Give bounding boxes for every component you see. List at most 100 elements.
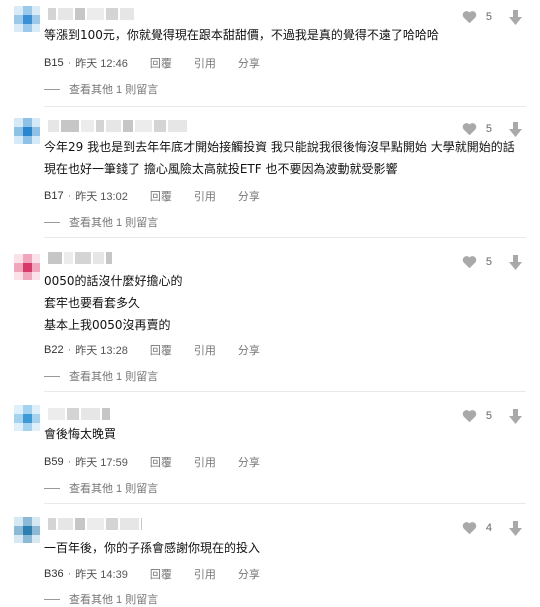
avatar-pixel (32, 6, 40, 15)
redaction-block (48, 518, 56, 530)
quote-button[interactable]: 引用 (194, 55, 216, 71)
heart-icon[interactable] (462, 10, 477, 24)
avatar-pixel (23, 405, 32, 414)
avatar-pixel (32, 272, 40, 280)
heart-icon[interactable] (462, 122, 477, 136)
avatar[interactable] (14, 517, 40, 543)
avatar-pixel (23, 118, 32, 127)
comment-text: 等漲到100元，你就覺得現在跟本甜甜價，不過我是真的覺得不遠了哈哈哈 (44, 28, 439, 42)
meta-separator: · (67, 568, 72, 580)
avatar-pixel (23, 254, 32, 263)
redaction-block (87, 8, 104, 20)
downvote-icon[interactable] (509, 255, 522, 270)
comment-item: 5 今年29 我也是到去年年底才開始接觸投資 我只能說我很後悔沒早點開始 大學就… (0, 107, 540, 237)
username-redacted (48, 408, 110, 420)
meta-separator: · (67, 190, 72, 202)
avatar-pixel (23, 6, 32, 15)
avatar-pixel (32, 414, 40, 423)
redaction-block (154, 120, 166, 132)
share-button[interactable]: 分享 (238, 566, 260, 582)
avatar-pixel (32, 517, 40, 526)
avatar-pixel (14, 535, 23, 543)
view-replies-label: 查看其他 1 則留言 (69, 371, 159, 383)
comment-time: 昨天 13:28 (75, 345, 128, 357)
avatar[interactable] (14, 254, 40, 280)
username-redacted (48, 252, 112, 264)
avatar-pixel (23, 15, 32, 24)
reply-line (44, 221, 60, 223)
redaction-block (96, 120, 104, 132)
downvote-icon[interactable] (509, 409, 522, 424)
view-replies-label: 查看其他 1 則留言 (69, 483, 159, 495)
redaction-block (48, 252, 62, 264)
downvote-icon[interactable] (509, 122, 522, 137)
redaction-block (81, 408, 100, 420)
avatar-pixel (32, 526, 40, 535)
heart-icon[interactable] (462, 521, 477, 535)
avatar-pixel (32, 118, 40, 127)
avatar-pixel (32, 136, 40, 144)
avatar-pixel (14, 423, 23, 431)
avatar-pixel (32, 535, 40, 543)
floor-number: B17 (44, 190, 64, 202)
quote-button[interactable]: 引用 (194, 342, 216, 358)
view-replies-link[interactable]: 查看其他 1 則留言 (44, 368, 158, 384)
avatar-pixel (23, 24, 32, 32)
reply-line (44, 375, 60, 377)
like-count: 5 (485, 410, 492, 422)
reply-button[interactable]: 回覆 (150, 342, 172, 358)
username-redacted (48, 518, 142, 530)
reply-button[interactable]: 回覆 (150, 454, 172, 470)
redaction-block (141, 518, 142, 530)
view-replies-link[interactable]: 查看其他 1 則留言 (44, 214, 158, 230)
avatar-pixel (23, 136, 32, 144)
redaction-block (106, 120, 121, 132)
avatar-pixel (14, 526, 23, 535)
view-replies-link[interactable]: 查看其他 1 則留言 (44, 591, 158, 607)
quote-button[interactable]: 引用 (194, 454, 216, 470)
avatar-pixel (14, 272, 23, 280)
meta-separator: · (67, 57, 72, 69)
avatar-pixel (32, 15, 40, 24)
share-button[interactable]: 分享 (238, 188, 260, 204)
like-count: 5 (485, 11, 492, 23)
redaction-block (67, 408, 79, 420)
comment-text: 今年29 我也是到去年年底才開始接觸投資 我只能說我很後悔沒早點開始 大學就開始… (44, 140, 515, 176)
avatar[interactable] (14, 118, 40, 144)
redaction-block (87, 518, 104, 530)
avatar-pixel (14, 405, 23, 414)
floor-number: B36 (44, 568, 64, 580)
comment-time: 昨天 17:59 (75, 457, 128, 469)
reply-button[interactable]: 回覆 (150, 566, 172, 582)
share-button[interactable]: 分享 (238, 454, 260, 470)
downvote-icon[interactable] (509, 521, 522, 536)
share-button[interactable]: 分享 (238, 55, 260, 71)
redaction-block (120, 8, 134, 20)
heart-icon[interactable] (462, 409, 477, 423)
avatar-pixel (32, 24, 40, 32)
heart-icon[interactable] (462, 255, 477, 269)
quote-button[interactable]: 引用 (194, 566, 216, 582)
meta-separator: · (67, 456, 72, 468)
downvote-icon[interactable] (509, 10, 522, 25)
avatar-pixel (23, 517, 32, 526)
redaction-block (81, 120, 94, 132)
redaction-block (58, 518, 73, 530)
redaction-block (75, 518, 85, 530)
view-replies-link[interactable]: 查看其他 1 則留言 (44, 81, 158, 97)
avatar-pixel (32, 423, 40, 431)
redaction-block (61, 120, 79, 132)
avatar-pixel (32, 127, 40, 136)
comment-text: 一百年後，你的子孫會感謝你現在的投入 (44, 541, 261, 555)
reply-button[interactable]: 回覆 (150, 55, 172, 71)
redaction-block (135, 120, 152, 132)
reply-button[interactable]: 回覆 (150, 188, 172, 204)
username-redacted (48, 120, 188, 132)
comment-item: 5 0050的話沒什麼好擔心的 套牢也要看套多久 基本上我0050沒再賣的 B2… (0, 238, 540, 391)
share-button[interactable]: 分享 (238, 342, 260, 358)
avatar[interactable] (14, 405, 40, 431)
quote-button[interactable]: 引用 (194, 188, 216, 204)
view-replies-link[interactable]: 查看其他 1 則留言 (44, 480, 158, 496)
avatar[interactable] (14, 6, 40, 32)
avatar-pixel (23, 414, 32, 423)
